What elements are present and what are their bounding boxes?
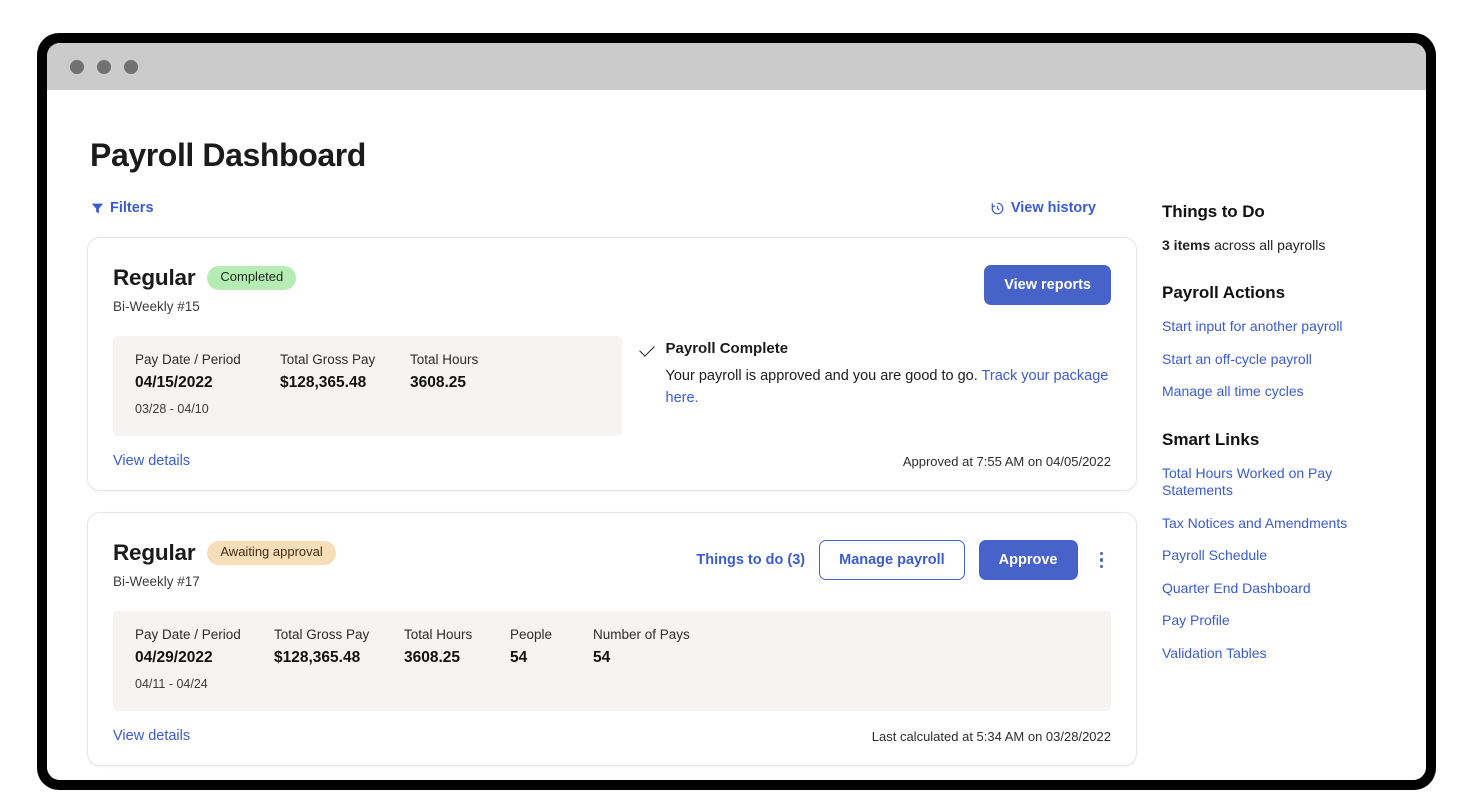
stat-value: $128,365.48 bbox=[280, 374, 367, 391]
smart-link-4[interactable]: Pay Profile bbox=[1162, 612, 1392, 630]
check-icon bbox=[638, 341, 655, 357]
browser-window: Payroll Dashboard Filters View history R… bbox=[47, 43, 1426, 780]
smart-links-title: Smart Links bbox=[1162, 429, 1260, 449]
card-header: Regular Awaiting approval Bi-Weekly #17 … bbox=[113, 540, 1111, 589]
kebab-menu-icon[interactable] bbox=[1092, 546, 1112, 575]
card-actions: View reports bbox=[984, 265, 1111, 305]
card-title-block: Regular Awaiting approval Bi-Weekly #17 bbox=[113, 540, 336, 589]
things-to-do-link[interactable]: Things to do (3) bbox=[696, 552, 805, 568]
status-message-text: Your payroll is approved and you are goo… bbox=[665, 368, 982, 384]
last-calculated-timestamp: Last calculated at 5:34 AM on 03/28/2022 bbox=[871, 728, 1111, 744]
filters-label: Filters bbox=[110, 200, 154, 216]
stat-label: Total Gross Pay bbox=[274, 627, 370, 642]
manage-payroll-button[interactable]: Manage payroll bbox=[819, 540, 965, 580]
stat-pay-date: Pay Date / Period 04/29/2022 04/11 - 04/… bbox=[135, 627, 274, 691]
stat-label: Total Hours bbox=[410, 352, 479, 367]
status-message: Your payroll is approved and you are goo… bbox=[666, 365, 1111, 410]
stat-value: 04/29/2022 bbox=[135, 649, 213, 666]
payroll-type: Regular bbox=[113, 540, 196, 565]
payroll-action-link-0[interactable]: Start input for another payroll bbox=[1162, 318, 1392, 336]
stat-pay-date: Pay Date / Period 04/15/2022 03/28 - 04/… bbox=[135, 352, 280, 416]
approve-button[interactable]: Approve bbox=[978, 540, 1078, 580]
page-title: Payroll Dashboard bbox=[90, 137, 366, 173]
window-titlebar bbox=[47, 43, 1426, 90]
smart-link-0[interactable]: Total Hours Worked on Pay Statements bbox=[1162, 465, 1392, 500]
close-button[interactable] bbox=[70, 59, 84, 74]
card-footer: View details Last calculated at 5:34 AM … bbox=[113, 728, 1111, 744]
status-badge: Awaiting approval bbox=[207, 541, 336, 565]
status-panel: Payroll Complete Your payroll is approve… bbox=[622, 336, 1111, 436]
page-content: Payroll Dashboard Filters View history R… bbox=[47, 90, 1426, 780]
stat-value: 3608.25 bbox=[404, 649, 461, 666]
stat-total-gross-pay: Total Gross Pay $128,365.48 bbox=[280, 352, 410, 416]
stat-label: Pay Date / Period bbox=[135, 352, 241, 367]
stat-label: Pay Date / Period bbox=[135, 627, 241, 642]
history-clock-icon bbox=[990, 201, 1005, 216]
things-to-do-title: Things to Do bbox=[1162, 202, 1265, 221]
card-title-row: Regular Awaiting approval bbox=[113, 540, 336, 566]
stat-people: People 54 bbox=[510, 627, 593, 691]
approved-timestamp: Approved at 7:55 AM on 04/05/2022 bbox=[902, 453, 1111, 469]
status-header: Payroll Complete bbox=[638, 340, 1111, 357]
page-layout: Filters View history Regular Completed B… bbox=[47, 196, 1426, 780]
view-history-label: View history bbox=[1010, 200, 1096, 216]
stat-value: 54 bbox=[510, 649, 528, 666]
funnel-icon bbox=[91, 202, 104, 215]
view-details-link[interactable]: View details bbox=[113, 453, 190, 469]
minimize-button[interactable] bbox=[97, 59, 111, 74]
stat-value: 54 bbox=[593, 649, 611, 666]
stat-label: Number of Pays bbox=[593, 627, 690, 642]
view-reports-button[interactable]: View reports bbox=[984, 265, 1111, 305]
things-to-do-count: 3 items bbox=[1162, 237, 1211, 253]
stats-panel: Pay Date / Period 04/15/2022 03/28 - 04/… bbox=[113, 336, 622, 436]
stat-value: 3608.25 bbox=[410, 374, 467, 391]
status-title: Payroll Complete bbox=[665, 340, 789, 357]
stat-total-hours: Total Hours 3608.25 bbox=[404, 627, 510, 691]
smart-link-5[interactable]: Validation Tables bbox=[1162, 645, 1392, 663]
things-to-do-rest: across all payrolls bbox=[1210, 237, 1326, 253]
payroll-type: Regular bbox=[113, 265, 196, 290]
payroll-cycle-label: Bi-Weekly #15 bbox=[113, 299, 200, 314]
card-title-block: Regular Completed Bi-Weekly #15 bbox=[113, 265, 297, 314]
smart-link-1[interactable]: Tax Notices and Amendments bbox=[1162, 515, 1392, 533]
card-actions: Things to do (3) Manage payroll Approve bbox=[696, 540, 1111, 580]
payroll-card-completed: Regular Completed Bi-Weekly #15 View rep… bbox=[87, 237, 1137, 491]
sidebar: Things to Do 3 items across all payrolls… bbox=[1137, 196, 1392, 780]
status-badge: Completed bbox=[207, 266, 297, 290]
card-footer: View details Approved at 7:55 AM on 04/0… bbox=[113, 453, 1111, 469]
card-title-row: Regular Completed bbox=[113, 265, 297, 291]
things-to-do-summary: 3 items across all payrolls bbox=[1162, 237, 1392, 253]
payroll-actions-title: Payroll Actions bbox=[1162, 283, 1286, 302]
smart-link-3[interactable]: Quarter End Dashboard bbox=[1162, 580, 1392, 598]
stat-value: $128,365.48 bbox=[274, 649, 361, 666]
toolbar: Filters View history bbox=[87, 196, 1137, 220]
payroll-card-awaiting: Regular Awaiting approval Bi-Weekly #17 … bbox=[87, 512, 1137, 766]
payroll-cycle-label: Bi-Weekly #17 bbox=[113, 574, 200, 589]
card-header: Regular Completed Bi-Weekly #15 View rep… bbox=[113, 265, 1111, 314]
stat-number-of-pays: Number of Pays 54 bbox=[593, 627, 690, 691]
stat-value: 04/15/2022 bbox=[135, 374, 213, 391]
stat-label: Total Hours bbox=[404, 627, 473, 642]
view-details-link[interactable]: View details bbox=[113, 728, 190, 744]
zoom-button[interactable] bbox=[124, 59, 138, 74]
device-bezel: Payroll Dashboard Filters View history R… bbox=[37, 33, 1436, 790]
stats-panel: Pay Date / Period 04/29/2022 04/11 - 04/… bbox=[113, 611, 1111, 711]
card-body: Pay Date / Period 04/15/2022 03/28 - 04/… bbox=[113, 336, 1111, 436]
stat-sub: 04/11 - 04/24 bbox=[135, 677, 208, 691]
main-column: Filters View history Regular Completed B… bbox=[87, 196, 1137, 780]
payroll-action-link-1[interactable]: Start an off-cycle payroll bbox=[1162, 351, 1392, 369]
stat-total-gross-pay: Total Gross Pay $128,365.48 bbox=[274, 627, 404, 691]
stat-sub: 03/28 - 04/10 bbox=[135, 402, 209, 416]
stat-total-hours: Total Hours 3608.25 bbox=[410, 352, 478, 416]
payroll-action-link-2[interactable]: Manage all time cycles bbox=[1162, 383, 1392, 401]
filters-button[interactable]: Filters bbox=[91, 200, 154, 216]
card-body: Pay Date / Period 04/29/2022 04/11 - 04/… bbox=[113, 611, 1111, 711]
view-history-button[interactable]: View history bbox=[990, 200, 1096, 216]
smart-link-2[interactable]: Payroll Schedule bbox=[1162, 547, 1392, 565]
stat-label: Total Gross Pay bbox=[280, 352, 376, 367]
stat-label: People bbox=[510, 627, 553, 642]
